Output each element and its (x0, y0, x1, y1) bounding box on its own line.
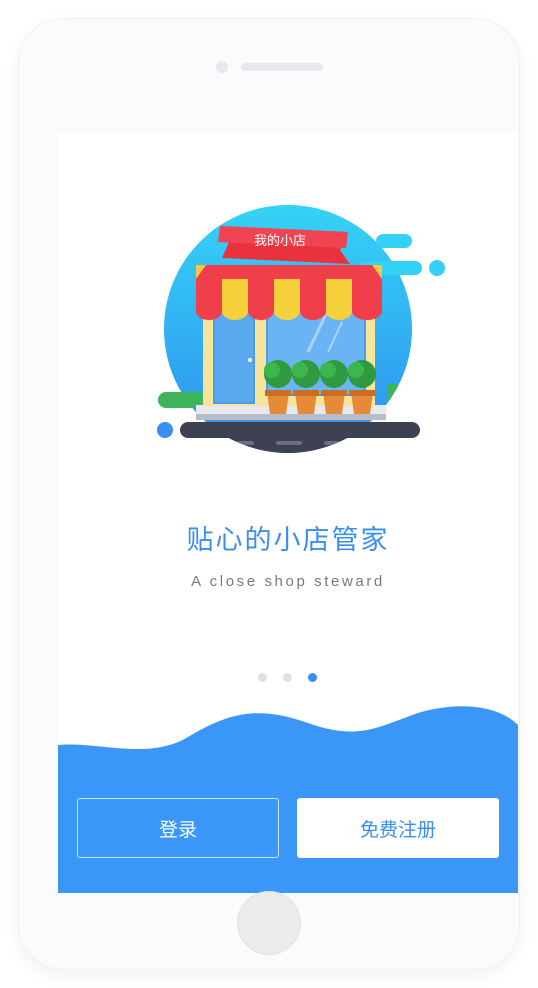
register-button[interactable]: 免费注册 (297, 798, 499, 858)
login-button[interactable]: 登录 (77, 798, 279, 858)
home-button[interactable] (237, 891, 301, 955)
camera-icon (216, 61, 228, 73)
flag-banner: 我的小店 (218, 226, 350, 264)
wave-footer (58, 706, 518, 893)
flag-text: 我的小店 (254, 233, 306, 249)
onboarding-subtitle: A close shop steward (191, 573, 385, 590)
app-screen: 我的小店 贴心的小店管家 A close shop steward 登录 免费注… (58, 134, 518, 893)
page-indicator (253, 673, 323, 683)
speaker-grille (241, 63, 323, 71)
phone-frame: 我的小店 贴心的小店管家 A close shop steward 登录 免费注… (19, 19, 519, 969)
page-dot-1[interactable] (258, 673, 267, 682)
road (157, 422, 420, 453)
page-dot-2[interactable] (283, 673, 292, 682)
onboarding-headline: 贴心的小店管家 (186, 525, 390, 556)
shop-illustration: 我的小店 (157, 205, 445, 453)
page-dot-3[interactable] (308, 673, 317, 682)
shop-awning (196, 265, 382, 320)
